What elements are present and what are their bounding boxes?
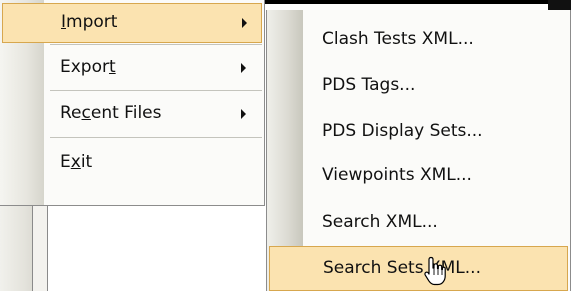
menu-item-import[interactable]: Import: [2, 3, 262, 43]
app-panel-edge: [32, 202, 48, 291]
submenu-arrow-icon: [241, 63, 246, 73]
submenu-item-pds-display-sets[interactable]: PDS Display Sets...: [267, 109, 570, 154]
submenu-item-label: Search XML...: [322, 212, 438, 232]
submenu-item-label: Clash Tests XML...: [322, 29, 474, 49]
submenu-item-label: PDS Display Sets...: [322, 121, 483, 141]
submenu-item-search-xml[interactable]: Search XML...: [267, 200, 570, 245]
menu-item-recent-files-label: Recent Files: [60, 103, 162, 123]
submenu-item-label: PDS Tags...: [322, 75, 416, 95]
menu-item-import-label: Import: [61, 12, 118, 32]
submenu-item-pds-tags[interactable]: PDS Tags...: [267, 63, 570, 108]
window-top-border-cap: [548, 0, 571, 10]
submenu-item-label: Search Sets XML...: [323, 258, 481, 278]
submenu-item-viewpoints-xml[interactable]: Viewpoints XML...: [267, 153, 570, 198]
menu-separator: [50, 137, 262, 138]
menu-separator: [50, 44, 262, 45]
menu-item-export-label: Export: [60, 57, 116, 77]
submenu-item-clash-tests-xml[interactable]: Clash Tests XML...: [267, 17, 570, 62]
hand-cursor-icon: [424, 256, 446, 286]
import-submenu: Clash Tests XML... PDS Tags... PDS Displ…: [266, 10, 571, 291]
menu-item-exit-label: Exit: [60, 152, 93, 172]
submenu-item-label: Viewpoints XML...: [322, 165, 472, 185]
menu-item-recent-files[interactable]: Recent Files: [0, 94, 264, 134]
file-menu: Import Export Recent Files Exit: [0, 0, 265, 206]
submenu-arrow-icon: [242, 18, 247, 28]
menu-separator: [50, 90, 262, 91]
submenu-item-search-sets-xml[interactable]: Search Sets XML...: [269, 246, 568, 291]
menu-item-exit[interactable]: Exit: [0, 143, 264, 183]
menu-item-export[interactable]: Export: [0, 48, 264, 88]
submenu-arrow-icon: [241, 109, 246, 119]
window-top-border: [264, 0, 571, 4]
